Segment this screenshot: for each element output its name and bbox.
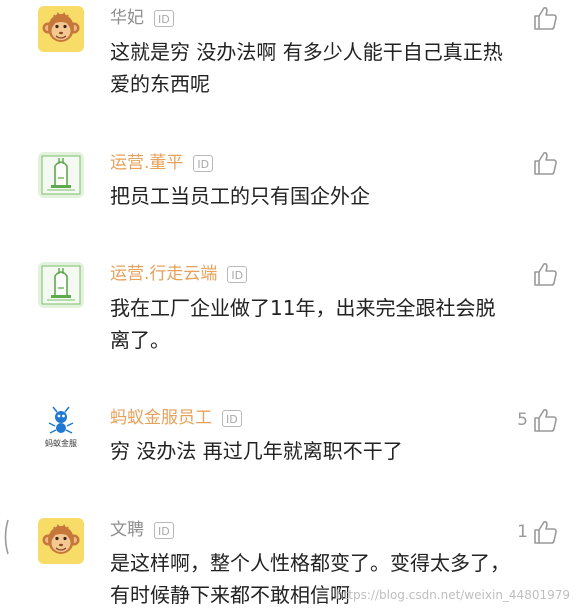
comment-meta: 运营.行走云端 ID <box>110 260 248 288</box>
edge-bracket-icon <box>4 519 9 555</box>
thumbs-up-icon <box>532 519 558 545</box>
comment-text: 把员工当员工的只有国企外企 <box>110 184 370 208</box>
comment-meta: 蚂蚁金服员工 ID <box>110 404 242 432</box>
like-button[interactable]: 5 <box>517 407 558 433</box>
comment-list: 华妃 ID 这就是穷 没办法啊 有多少人能干自己真正热爱的东西呢 运营.董平 I… <box>0 0 578 610</box>
username[interactable]: 运营.董平 <box>110 149 183 177</box>
comment-text: 这就是穷 没办法啊 有多少人能干自己真正热爱的东西呢 <box>110 40 503 96</box>
id-badge: ID <box>193 154 214 172</box>
like-button[interactable] <box>528 150 558 176</box>
like-button[interactable] <box>528 261 558 287</box>
thumbs-up-icon <box>532 261 558 287</box>
green-tower-avatar-icon[interactable] <box>38 152 84 198</box>
username[interactable]: 运营.行走云端 <box>110 260 217 288</box>
thumbs-up-icon <box>532 150 558 176</box>
like-count: 1 <box>517 522 528 542</box>
id-badge: ID <box>222 409 242 427</box>
id-badge: ID <box>154 9 174 27</box>
comment-meta: 华妃 ID <box>110 4 174 32</box>
comment-text: 穷 没办法 再过几年就离职不干了 <box>110 439 403 463</box>
comment-text: 我在工厂企业做了11年，出来完全跟社会脱离了。 <box>110 296 496 352</box>
id-badge: ID <box>154 521 174 539</box>
watermark: https://blog.csdn.net/weixin_44801979 <box>335 588 570 602</box>
comment-meta: 文聘 ID <box>110 516 174 544</box>
id-badge: ID <box>227 265 248 283</box>
monkey-avatar-icon[interactable] <box>38 518 84 564</box>
monkey-avatar-icon[interactable] <box>38 6 84 52</box>
like-button[interactable]: 1 <box>517 519 558 545</box>
like-count: 5 <box>517 410 528 430</box>
avatar-caption: 蚂蚁金服 <box>45 439 77 448</box>
comment-meta: 运营.董平 ID <box>110 149 214 177</box>
ant-financial-logo-icon[interactable]: 蚂蚁金服 <box>38 404 84 450</box>
like-button[interactable] <box>528 5 558 31</box>
green-tower-avatar-icon[interactable] <box>38 262 84 308</box>
thumbs-up-icon <box>532 407 558 433</box>
username[interactable]: 华妃 <box>110 4 144 32</box>
username[interactable]: 文聘 <box>110 516 144 544</box>
thumbs-up-icon <box>532 5 558 31</box>
username[interactable]: 蚂蚁金服员工 <box>110 404 212 432</box>
